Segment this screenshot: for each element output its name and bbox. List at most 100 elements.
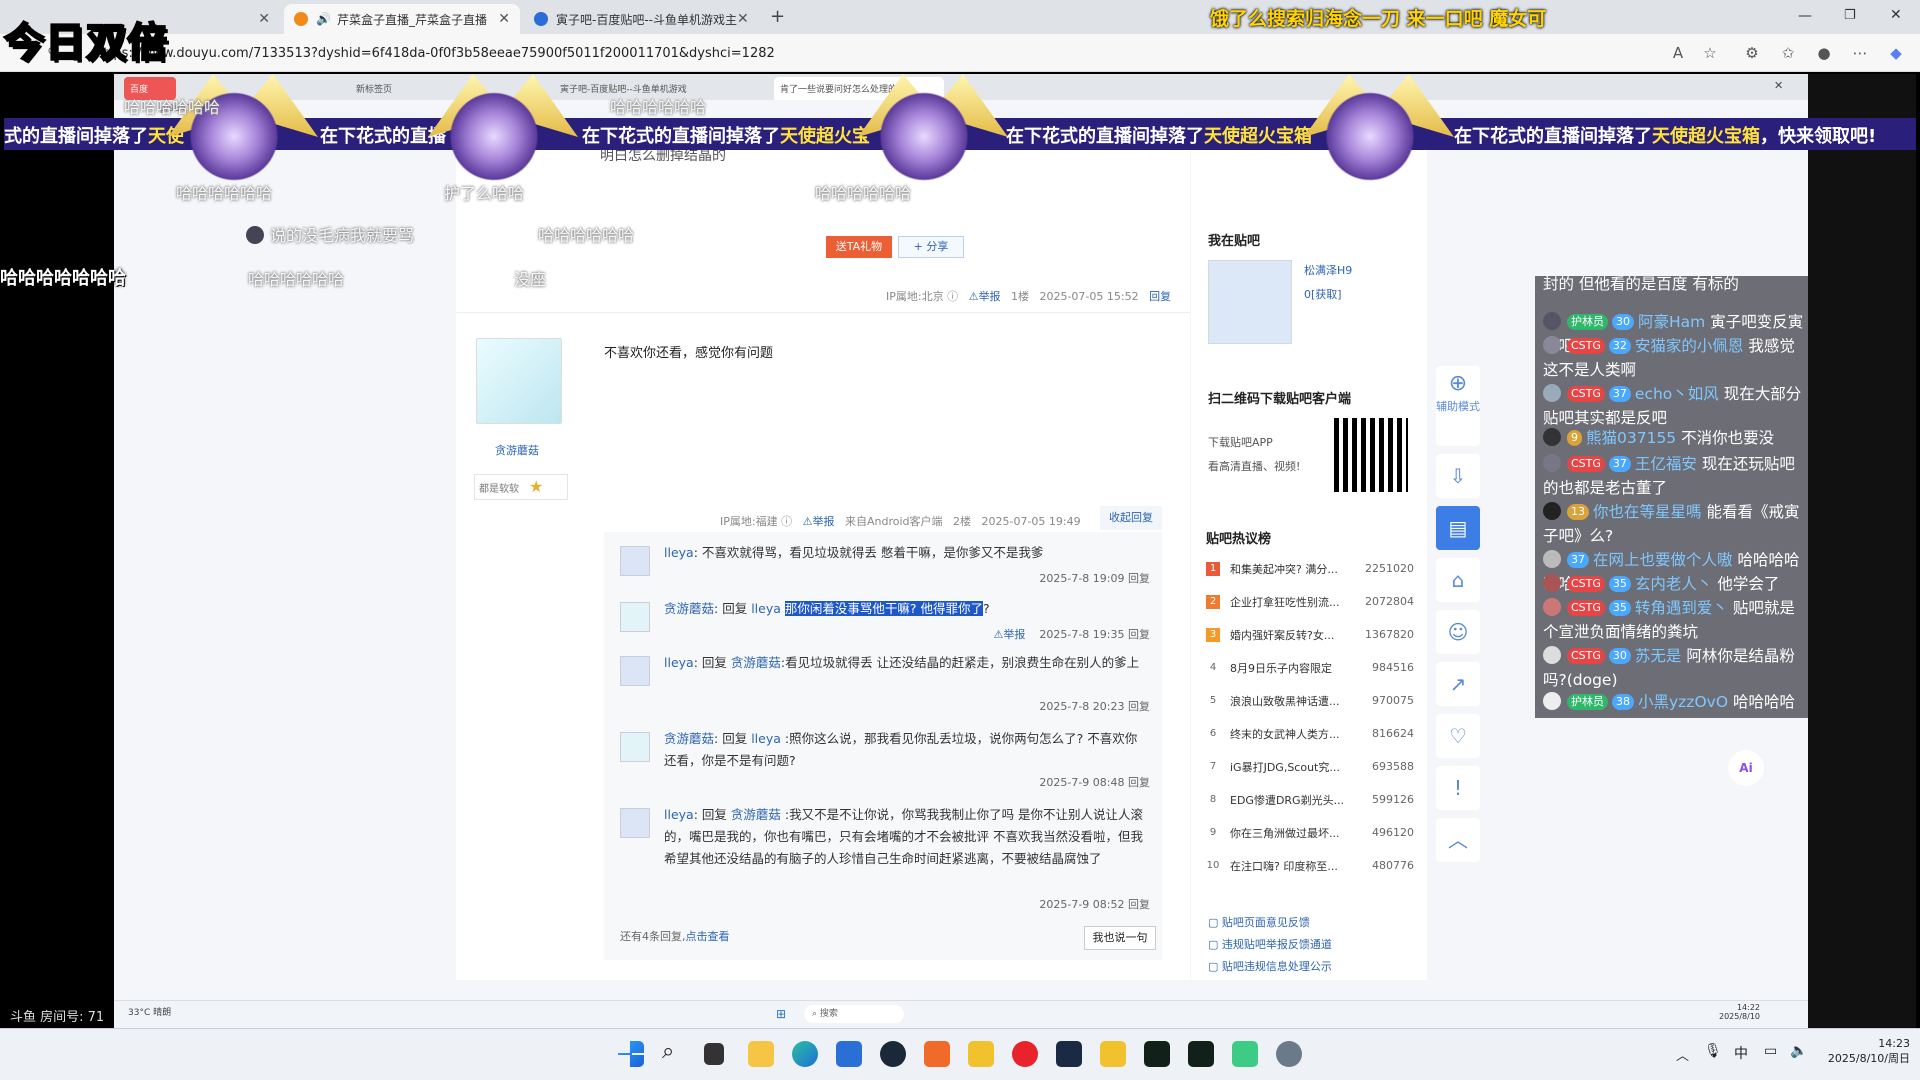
report-channel-link[interactable]: ▢ 违规贴吧举报反馈通道 xyxy=(1208,934,1332,956)
hot-item[interactable]: 10 在注口嗨? 印度称至... 480776 xyxy=(1206,849,1414,882)
task-view-icon[interactable] xyxy=(704,1043,724,1065)
violation-link[interactable]: ▢ 贴吧违规信息处理公示 xyxy=(1208,956,1332,978)
reply-link[interactable]: 回复 xyxy=(1149,290,1171,303)
reply-link[interactable]: 回复 xyxy=(1128,898,1150,911)
reply-user[interactable]: lleya xyxy=(664,655,694,670)
avatar[interactable] xyxy=(620,808,650,838)
chat-username[interactable]: 你也在等星星嗎 xyxy=(1593,503,1702,521)
reply-target[interactable]: 贪游蘑菇 xyxy=(731,807,781,822)
chat-username[interactable]: 安猫家的小佩恩 xyxy=(1635,337,1744,355)
share-button[interactable]: + 分享 xyxy=(898,236,964,258)
reply-target[interactable]: lleya xyxy=(751,601,781,616)
report-link[interactable]: ⚠举报 xyxy=(803,515,835,528)
tray-chevron-icon[interactable]: ︿ xyxy=(1676,1045,1689,1064)
chat-avatar[interactable] xyxy=(1543,692,1561,710)
chat-username[interactable]: 苏无是 xyxy=(1635,647,1682,665)
reply-user[interactable]: lleya xyxy=(664,545,694,560)
chat-username[interactable]: 熊猫037155 xyxy=(1586,429,1676,447)
read-aloud-icon[interactable]: A xyxy=(1668,43,1688,63)
chat-avatar[interactable] xyxy=(1543,428,1561,446)
steam-icon[interactable] xyxy=(880,1041,906,1067)
close-icon[interactable]: ✕ xyxy=(737,11,749,27)
game-icon[interactable]: ☺ xyxy=(1436,610,1480,654)
hot-item[interactable]: 1 和集美起冲突? 满分... 2251020 xyxy=(1206,552,1414,585)
download-icon[interactable]: ⇩ xyxy=(1436,454,1480,498)
mic-icon[interactable]: 🎙 xyxy=(1704,1043,1722,1059)
gift-button[interactable]: 送TA礼物 xyxy=(826,236,892,258)
profile-icon[interactable]: ● xyxy=(1814,43,1834,63)
reply-link[interactable]: 回复 xyxy=(1128,776,1150,789)
avatar[interactable] xyxy=(620,602,650,632)
reply-user[interactable]: lleya xyxy=(664,807,694,822)
chat-username[interactable]: 小黑yzzOvO xyxy=(1638,693,1728,711)
hot-item[interactable]: 6 终末的女武神人类方... 816624 xyxy=(1206,717,1414,750)
app-icon[interactable] xyxy=(1100,1041,1126,1067)
reply-link[interactable]: 回复 xyxy=(1128,572,1150,585)
chat-avatar[interactable] xyxy=(1543,646,1561,664)
chat-avatar[interactable] xyxy=(1543,336,1561,354)
minimize-icon[interactable]: — xyxy=(1798,8,1812,24)
start-icon[interactable] xyxy=(618,1041,644,1067)
hot-item[interactable]: 3 婚内强奸案反转?女... 1367820 xyxy=(1206,618,1414,651)
ai-assistant-icon[interactable]: Ai xyxy=(1728,750,1764,786)
hot-item[interactable]: 7 iG暴打JDG,Scout究... 693588 xyxy=(1206,750,1414,783)
like-icon[interactable]: ♡ xyxy=(1436,714,1480,758)
volume-icon[interactable]: 🔈 xyxy=(1790,1043,1807,1059)
coin-link[interactable]: 0[获取] xyxy=(1304,286,1342,302)
chat-avatar[interactable] xyxy=(1543,454,1561,472)
extension-icon[interactable]: ⚙ xyxy=(1742,43,1762,63)
app-icon[interactable] xyxy=(924,1041,950,1067)
gift-icon[interactable]: ⌂ xyxy=(1436,558,1480,602)
chat-avatar[interactable] xyxy=(1543,384,1561,402)
close-icon[interactable]: ✕ xyxy=(498,11,510,27)
report-icon[interactable]: ! xyxy=(1436,766,1480,810)
avatar[interactable] xyxy=(620,656,650,686)
my-username[interactable]: 松满泽H9 xyxy=(1304,262,1352,278)
hot-item[interactable]: 8 EDG惨遭DRG剃光头... 599126 xyxy=(1206,783,1414,816)
chat-username[interactable]: 王亿福安 xyxy=(1635,455,1697,473)
settings-icon[interactable] xyxy=(1276,1041,1302,1067)
app-icon[interactable] xyxy=(1056,1041,1082,1067)
more-replies-link[interactable]: 点击查看 xyxy=(686,930,730,943)
avatar[interactable] xyxy=(620,546,650,576)
reply-target[interactable]: lleya xyxy=(751,731,781,746)
comment-icon[interactable]: ▤ xyxy=(1436,506,1480,550)
app-icon[interactable] xyxy=(968,1041,994,1067)
share-icon[interactable]: ↗ xyxy=(1436,662,1480,706)
tab-tieba[interactable]: 寅子吧-百度贴吧--斗鱼单机游戏主 ✕ xyxy=(524,4,758,34)
reply-user[interactable]: 贪游蘑菇 xyxy=(664,601,714,616)
chat-username[interactable]: 转角遇到爱丶 xyxy=(1635,599,1728,617)
restore-icon[interactable]: ❐ xyxy=(1844,8,1856,23)
user-avatar[interactable] xyxy=(476,338,562,424)
search-icon[interactable]: ⌕ xyxy=(662,1039,674,1064)
hot-item[interactable]: 9 你在三角洲做过最坏... 496120 xyxy=(1206,816,1414,849)
reply-target[interactable]: 贪游蘑菇 xyxy=(731,655,781,670)
report-link[interactable]: ⚠举报 xyxy=(969,290,1001,303)
reply-button[interactable]: 我也说一句 xyxy=(1084,926,1156,950)
app-icon[interactable] xyxy=(1188,1041,1214,1067)
favorite-star-icon[interactable]: ☆ xyxy=(1700,43,1720,63)
monitor-icon[interactable]: ▭ xyxy=(1764,1043,1777,1059)
url-field[interactable]: https://www.douyu.com/7133513?dyshid=6f4… xyxy=(95,39,1655,67)
netease-music-icon[interactable] xyxy=(1012,1041,1038,1067)
back-to-top-icon[interactable]: ︿ xyxy=(1436,818,1480,862)
chat-username[interactable]: 阿豪Ham xyxy=(1638,313,1705,331)
hot-item[interactable]: 2 企业打拿狂吃性别流... 2072804 xyxy=(1206,585,1414,618)
reply-link[interactable]: 回复 xyxy=(1128,628,1150,641)
app-icon[interactable] xyxy=(1232,1041,1258,1067)
chat-avatar[interactable] xyxy=(1543,574,1561,592)
edge-icon[interactable] xyxy=(792,1041,818,1067)
reply-link[interactable]: 回复 xyxy=(1128,700,1150,713)
chat-username[interactable]: echo丶如风 xyxy=(1635,385,1719,403)
speaker-icon[interactable]: 🔊 xyxy=(316,12,331,26)
avatar[interactable] xyxy=(620,732,650,762)
favorites-icon[interactable]: ✩ xyxy=(1778,43,1798,63)
more-icon[interactable]: ⋯ xyxy=(1850,43,1870,63)
chat-avatar[interactable] xyxy=(1543,502,1561,520)
ime-indicator[interactable]: 中 xyxy=(1734,1043,1748,1063)
new-tab-icon[interactable]: + xyxy=(770,6,785,27)
report-link[interactable]: ⚠举报 xyxy=(993,628,1025,641)
chat-avatar[interactable] xyxy=(1543,550,1561,568)
tab-douyu[interactable]: 🔊 芹菜盒子直播_芹菜盒子直播 ✕ xyxy=(284,4,520,34)
assist-mode-button[interactable]: ⊕ 辅助模式 xyxy=(1436,366,1480,446)
